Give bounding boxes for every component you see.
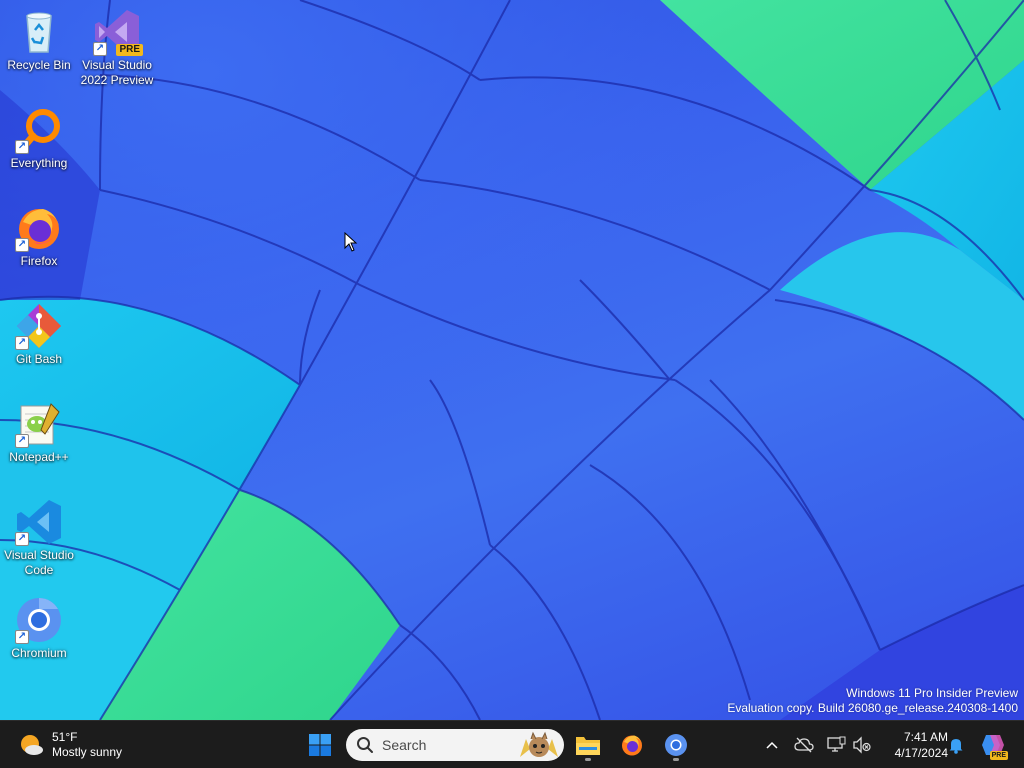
copilot-button[interactable]: PRE	[980, 732, 1008, 760]
shortcut-arrow-icon: ↗	[15, 630, 29, 644]
partly-sunny-icon	[21, 735, 43, 755]
taskbar-search[interactable]: Search	[346, 729, 564, 761]
everything-search-icon: ↗	[15, 106, 63, 154]
desktop-icon-visual-studio-preview[interactable]: PRE ↗ Visual Studio 2022 Preview	[78, 8, 156, 88]
firefox-icon	[622, 735, 642, 756]
windows-watermark: Windows 11 Pro Insider Preview Evaluatio…	[727, 686, 1018, 716]
shortcut-arrow-icon: ↗	[15, 532, 29, 546]
shortcut-arrow-icon: ↗	[15, 140, 29, 154]
weather-condition: Mostly sunny	[52, 745, 123, 759]
desktop-icon-git-bash[interactable]: ↗ Git Bash	[0, 302, 78, 367]
wallpaper-art	[0, 0, 1024, 720]
clock-date: 4/17/2024	[894, 746, 948, 760]
recycle-bin-icon	[15, 8, 63, 56]
onedrive-tray-button[interactable]	[794, 735, 814, 755]
taskbar-chromium[interactable]	[658, 727, 694, 763]
running-indicator	[585, 758, 591, 761]
preview-badge: PRE	[116, 44, 143, 56]
desktop-icon-label: Chromium	[11, 646, 67, 660]
weather-widget[interactable]: 51°F Mostly sunny	[18, 729, 122, 761]
taskbar-file-explorer[interactable]	[570, 727, 606, 763]
desktop-icon-label: Firefox	[20, 254, 58, 268]
desktop-icon-label: Git Bash	[15, 352, 63, 366]
taskbar-firefox[interactable]	[614, 727, 650, 763]
visual-studio-preview-icon: PRE ↗	[93, 8, 143, 56]
start-button[interactable]	[302, 727, 338, 763]
desktop-wallpaper	[0, 0, 1024, 720]
desktop-icon-label: Everything	[10, 156, 68, 170]
running-indicator	[673, 758, 679, 761]
copilot-preview-badge: PRE	[989, 751, 1008, 760]
desktop-icon-label: Visual Studio 2022 Preview	[80, 58, 154, 87]
desktop-icon-chromium[interactable]: ↗ Chromium	[0, 596, 78, 661]
chromium-icon	[665, 734, 687, 756]
speaker-muted-icon	[853, 736, 871, 754]
shortcut-arrow-icon: ↗	[15, 336, 29, 350]
taskbar: 51°F Mostly sunny Search 7:41 AM 4/17/20…	[0, 720, 1024, 768]
network-tray-button[interactable]	[826, 735, 846, 755]
git-bash-icon: ↗	[15, 302, 63, 350]
notifications-button[interactable]	[946, 735, 966, 755]
search-placeholder: Search	[382, 737, 427, 753]
clock-time: 7:41 AM	[903, 730, 948, 744]
shortcut-arrow-icon: ↗	[93, 42, 107, 56]
desktop-icon-label: Notepad++	[9, 450, 69, 464]
mouse-cursor-icon	[344, 231, 358, 252]
watermark-edition: Windows 11 Pro Insider Preview	[846, 686, 1018, 700]
chevron-up-icon	[766, 741, 778, 749]
folder-icon	[576, 737, 600, 755]
desktop-icon-notepad-plus-plus[interactable]: ↗ Notepad++	[0, 400, 78, 465]
firefox-icon: ↗	[15, 204, 63, 252]
desktop-icon-firefox[interactable]: ↗ Firefox	[0, 204, 78, 269]
network-icon	[827, 736, 846, 752]
search-highlight-icon	[520, 731, 558, 757]
shortcut-arrow-icon: ↗	[15, 434, 29, 448]
weather-temperature: 51°F	[52, 730, 78, 744]
chromium-icon: ↗	[15, 596, 63, 644]
shortcut-arrow-icon: ↗	[15, 238, 29, 252]
cloud-offline-icon	[794, 737, 814, 753]
desktop-icon-label: Visual Studio Code	[4, 548, 74, 577]
notepad-plus-plus-icon: ↗	[15, 400, 63, 448]
desktop-icon-label: Recycle Bin	[7, 58, 71, 72]
windows-logo-icon	[309, 734, 331, 756]
volume-tray-button[interactable]	[852, 735, 872, 755]
vscode-icon: ↗	[15, 498, 63, 546]
taskbar-clock[interactable]: 7:41 AM 4/17/2024	[878, 729, 948, 761]
desktop-icon-recycle-bin[interactable]: Recycle Bin	[0, 8, 78, 73]
desktop-icon-vscode[interactable]: ↗ Visual Studio Code	[0, 498, 78, 578]
bell-icon	[949, 739, 963, 754]
search-icon	[357, 737, 373, 753]
watermark-build: Evaluation copy. Build 26080.ge_release.…	[727, 701, 1018, 715]
desktop-icon-everything[interactable]: ↗ Everything	[0, 106, 78, 171]
show-hidden-icons-button[interactable]	[762, 735, 782, 755]
